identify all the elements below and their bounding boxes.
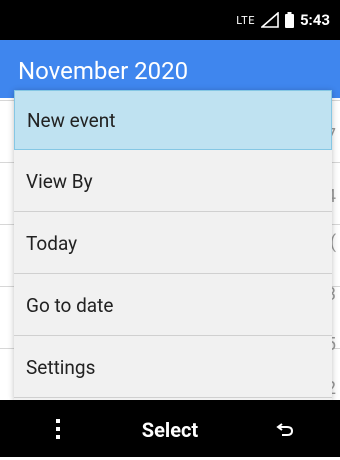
menu-item-view-by[interactable]: View By — [14, 152, 332, 212]
menu-item-label: View By — [26, 170, 93, 193]
menu-item-label: New event — [27, 108, 116, 132]
menu-item-label: Go to date — [26, 294, 114, 317]
status-icons: LTE 5:43 — [236, 0, 330, 40]
options-menu: New event View By Today Go to date Setti… — [14, 90, 332, 400]
back-softkey[interactable] — [274, 400, 296, 457]
softkey-bar: Select — [0, 400, 340, 457]
signal-icon — [260, 12, 279, 28]
menu-item-settings[interactable]: Settings — [14, 338, 332, 398]
status-bar: LTE 5:43 — [0, 0, 340, 40]
back-icon — [276, 422, 294, 436]
menu-item-label: Settings — [26, 356, 96, 379]
clock-time: 5:43 — [299, 11, 330, 29]
network-type-label: LTE — [236, 13, 255, 27]
menu-item-go-to-date[interactable]: Go to date — [14, 276, 332, 336]
battery-icon — [284, 12, 294, 28]
menu-item-today[interactable]: Today — [14, 214, 332, 274]
menu-item-new-event[interactable]: New event — [14, 90, 332, 150]
menu-item-label: Today — [26, 232, 78, 255]
